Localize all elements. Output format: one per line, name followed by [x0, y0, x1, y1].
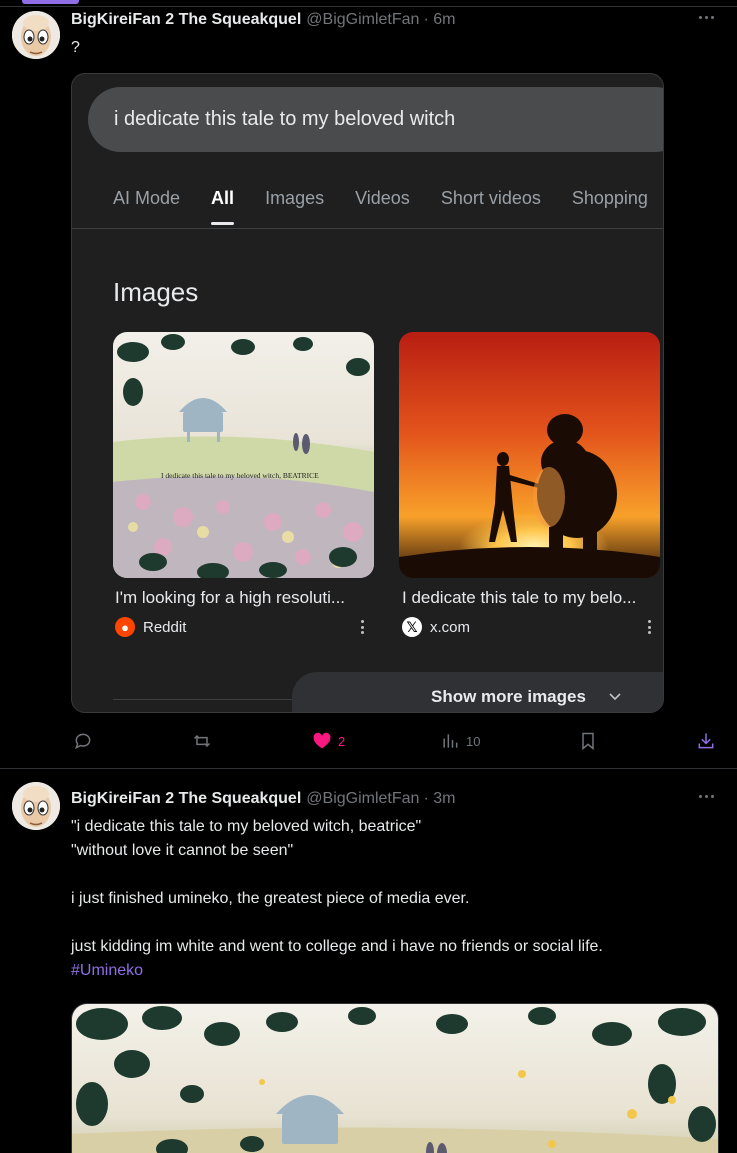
post-text-line: ? [71, 39, 80, 56]
timestamp[interactable]: · 6m [423, 11, 455, 29]
post-text: ? [71, 36, 80, 60]
tab-shopping: Shopping [571, 188, 648, 208]
more-options-icon[interactable] [695, 789, 717, 803]
search-tabs: AI Mode All Images Videos Short videos S… [113, 188, 663, 225]
post-header: BigKireiFan 2 The Squeakquel @BigGimletF… [71, 789, 455, 809]
handle[interactable]: @BigGimletFan [306, 11, 419, 29]
attached-image[interactable] [71, 1003, 719, 1153]
post-text-line [71, 911, 721, 935]
views-button[interactable]: 10 [440, 727, 480, 755]
hashtag-link[interactable]: #Umineko [71, 962, 143, 979]
repost-button[interactable] [192, 727, 218, 755]
post-text: "i dedicate this tale to my beloved witc… [71, 815, 721, 983]
active-tab-indicator [22, 0, 79, 4]
x-icon: 𝕏 [402, 617, 422, 637]
show-more-label: Show more images [431, 687, 586, 706]
result-title: I dedicate this tale to my belo... [402, 588, 637, 607]
post[interactable]: BigKireiFan 2 The Squeakquel @BigGimletF… [0, 7, 737, 769]
reply-button[interactable] [73, 727, 99, 755]
like-count: 2 [338, 733, 346, 749]
tab-ai-mode: AI Mode [113, 188, 181, 208]
heart-icon [313, 732, 331, 749]
more-options-icon[interactable] [695, 10, 717, 24]
tab-videos: Videos [355, 188, 410, 208]
post-header: BigKireiFan 2 The Squeakquel @BigGimletF… [71, 10, 455, 30]
reply-icon [75, 733, 91, 750]
image-result-thumbnail [399, 332, 660, 578]
post[interactable]: BigKireiFan 2 The Squeakquel @BigGimletF… [0, 770, 737, 1153]
view-count: 10 [466, 733, 481, 749]
tab-all: All [211, 188, 235, 225]
post-text-line: i just finished umineko, the greatest pi… [71, 890, 470, 907]
post-text-line: just kidding im white and went to colleg… [71, 938, 603, 955]
display-name[interactable]: BigKireiFan 2 The Squeakquel [71, 790, 301, 808]
divider [72, 228, 663, 229]
post-text-line: "without love it cannot be seen" [71, 842, 294, 859]
result-source: ● Reddit [115, 617, 186, 637]
tab-images: Images [265, 188, 325, 208]
avatar[interactable] [12, 782, 60, 830]
post-actions: 2 10 [0, 727, 737, 755]
handle[interactable]: @BigGimletFan [306, 790, 419, 808]
source-label: x.com [430, 618, 471, 636]
attached-image[interactable]: i dedicate this tale to my beloved witch… [71, 73, 664, 713]
kebab-menu-icon [360, 620, 364, 634]
post-text-line [71, 863, 721, 887]
search-query: i dedicate this tale to my beloved witch [114, 108, 456, 130]
display-name[interactable]: BigKireiFan 2 The Squeakquel [71, 11, 301, 29]
avatar[interactable] [12, 11, 60, 59]
download-button[interactable] [696, 727, 716, 755]
bookmark-button[interactable] [578, 727, 598, 755]
like-button[interactable]: 2 [312, 727, 345, 755]
search-bar: i dedicate this tale to my beloved witch [88, 87, 663, 152]
repost-icon [193, 734, 211, 748]
post-text-line: "i dedicate this tale to my beloved witc… [71, 818, 422, 835]
download-icon [698, 733, 714, 749]
section-title: Images [113, 277, 199, 307]
reddit-icon: ● [115, 617, 135, 637]
tab-short-videos: Short videos [440, 188, 541, 208]
image-caption-text: I dedicate this tale to my beloved witch… [161, 471, 319, 480]
timestamp[interactable]: · 3m [423, 790, 455, 808]
image-result-thumbnail: I dedicate this tale to my beloved witch… [113, 332, 374, 578]
show-more-images-button: Show more images [292, 672, 663, 712]
source-label: Reddit [143, 618, 187, 636]
result-title: I'm looking for a high resoluti... [115, 588, 346, 607]
analytics-icon [443, 734, 458, 748]
result-source: 𝕏 x.com [402, 617, 470, 637]
bookmark-icon [582, 732, 594, 751]
chevron-down-icon [609, 693, 621, 701]
kebab-menu-icon [647, 620, 651, 634]
